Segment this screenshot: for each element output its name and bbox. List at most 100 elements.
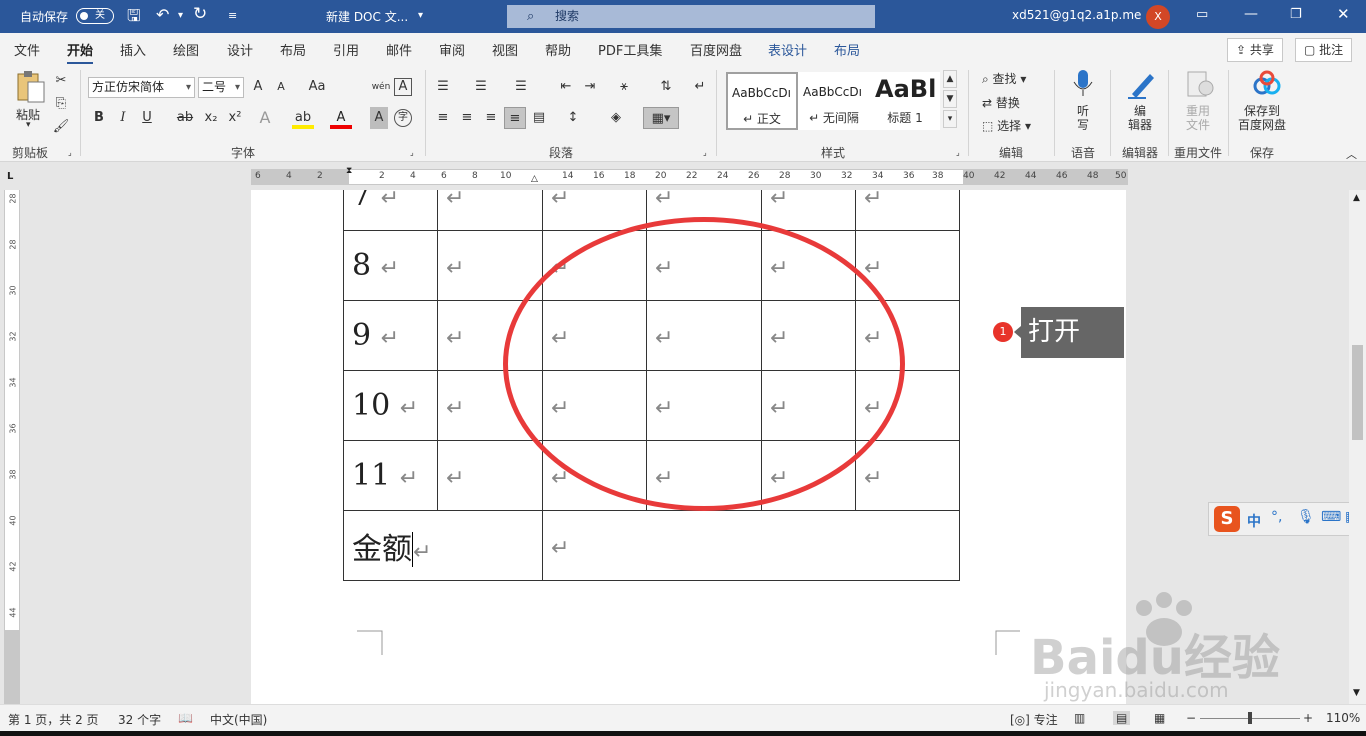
document-title[interactable]: 新建 DOC 文... [326, 8, 408, 25]
tab-view[interactable]: 视图 [492, 40, 518, 59]
web-layout-icon[interactable]: ▦ [1154, 711, 1165, 725]
italic-icon[interactable]: I [112, 107, 134, 129]
table-cell[interactable]: ↵ [437, 190, 543, 231]
indent-marker-icon[interactable]: ⧗ [346, 166, 352, 176]
word-count[interactable]: 32 个字 [118, 711, 161, 728]
tab-mailings[interactable]: 邮件 [386, 40, 412, 59]
style-heading-1[interactable]: AaBl 标题 1 [870, 72, 940, 130]
tab-pdf-tools[interactable]: PDF工具集 [598, 40, 662, 59]
document-page[interactable]: 7 ↵ ↵ ↵ ↵ ↵ ↵ 8 ↵ ↵ ↵ ↵ ↵ ↵ 9 ↵ ↵ ↵ ↵ ↵ … [251, 190, 1126, 704]
tab-help[interactable]: 帮助 [545, 40, 571, 59]
table-cell[interactable]: 9 ↵ [343, 300, 438, 371]
read-mode-icon[interactable]: ▥ [1074, 711, 1085, 725]
table-cell[interactable]: 11 ↵ [343, 440, 438, 511]
dictate-button[interactable]: 听 写 [1068, 68, 1098, 138]
tab-selector-icon[interactable]: L [7, 171, 13, 182]
zoom-out-icon[interactable]: − [1186, 711, 1196, 725]
styles-scroll-up-icon[interactable]: ▲ [943, 70, 957, 88]
table-cell[interactable]: 10 ↵ [343, 370, 438, 441]
vertical-ruler[interactable]: 28 28 30 32 34 36 38 40 42 44 46 [4, 190, 20, 704]
right-indent-marker-icon[interactable]: △ [531, 174, 538, 184]
align-left-icon[interactable]: ≡ [432, 107, 454, 129]
ime-toolbar[interactable]: S 中 °, 🎙 ⌨ ▦ [1208, 502, 1366, 536]
punctuation-icon[interactable]: °, [1271, 509, 1282, 525]
copy-icon[interactable]: ⎘ [50, 93, 72, 115]
tab-insert[interactable]: 插入 [120, 40, 146, 59]
table-cell[interactable]: ↵ [437, 440, 543, 511]
find-button[interactable]: ⌕ 查找 ▾ [982, 70, 1026, 87]
enclose-characters-icon[interactable]: 字 [394, 109, 412, 127]
bullets-icon[interactable]: ☰ [432, 76, 454, 98]
tab-design[interactable]: 设计 [227, 40, 253, 59]
style-normal[interactable]: AaBbCcDı ↵ 正文 [726, 72, 798, 130]
table-cell[interactable]: ↵ [437, 230, 543, 301]
style-no-spacing[interactable]: AaBbCcDı ↵ 无间隔 [798, 72, 870, 130]
decrease-indent-icon[interactable]: ⇤ [555, 76, 577, 98]
replace-button[interactable]: ⇄ 替换 [982, 94, 1020, 111]
ribbon-display-icon[interactable]: ▭ [1196, 7, 1208, 22]
scroll-thumb[interactable] [1352, 345, 1363, 440]
restore-icon[interactable]: ❐ [1290, 7, 1302, 22]
change-case-icon[interactable]: Aa [302, 76, 332, 98]
table-cell[interactable]: ↵ [761, 190, 856, 231]
horizontal-ruler[interactable]: 6 4 2 2 4 6 8 10 14 16 18 20 22 24 26 28… [251, 166, 1128, 185]
chinese-layout-icon[interactable]: ⚹ [613, 76, 635, 98]
zoom-level[interactable]: 110% [1326, 711, 1360, 725]
line-spacing-icon[interactable]: ↕ [562, 107, 584, 129]
multilevel-list-icon[interactable]: ☰ [510, 76, 532, 98]
vertical-scrollbar[interactable]: ▲ ▼ [1349, 190, 1366, 704]
grow-font-icon[interactable]: A [247, 76, 269, 98]
clipboard-launcher-icon[interactable]: ⌟ [68, 148, 72, 157]
scroll-up-icon[interactable]: ▲ [1353, 193, 1360, 203]
align-center-icon[interactable]: ≡ [456, 107, 478, 129]
character-border-icon[interactable]: A [394, 78, 412, 96]
tab-review[interactable]: 审阅 [439, 40, 465, 59]
total-label-cell[interactable]: 金额↵ [343, 510, 543, 581]
share-button[interactable]: ⇪ 共享 [1227, 38, 1283, 62]
table-cell[interactable]: ↵ [855, 190, 960, 231]
styles-scroll-down-icon[interactable]: ▼ [943, 90, 957, 108]
tab-table-design[interactable]: 表设计 [768, 40, 807, 59]
paste-button[interactable] [14, 70, 46, 106]
collapse-ribbon-icon[interactable]: ︿ [1346, 146, 1357, 162]
keyboard-icon[interactable]: ⌨ [1321, 509, 1341, 525]
reuse-files-button[interactable]: 重用 文件 [1182, 68, 1222, 138]
zoom-in-icon[interactable]: + [1303, 711, 1313, 725]
distributed-icon[interactable]: ▤ [528, 107, 550, 129]
language-status[interactable]: 中文(中国) [210, 711, 267, 728]
search-box[interactable]: ⌕ 搜索 [507, 5, 875, 28]
increase-indent-icon[interactable]: ⇥ [579, 76, 601, 98]
highlight-icon[interactable]: ab [292, 107, 314, 129]
minimize-icon[interactable]: — [1244, 6, 1258, 22]
superscript-icon[interactable]: x² [224, 107, 246, 129]
font-name-combo[interactable]: 方正仿宋简体 [88, 77, 195, 98]
comments-button[interactable]: ▢ 批注 [1295, 38, 1353, 62]
tab-table-layout[interactable]: 布局 [834, 40, 860, 59]
styles-more-icon[interactable]: ▾ [943, 110, 957, 128]
format-painter-icon[interactable]: 🖌 [50, 116, 72, 138]
page-count[interactable]: 第 1 页，共 2 页 [8, 711, 99, 728]
character-shading-icon[interactable]: A [370, 107, 388, 129]
styles-launcher-icon[interactable]: ⌟ [956, 148, 960, 157]
font-size-combo[interactable]: 二号 [198, 77, 244, 98]
paragraph-launcher-icon[interactable]: ⌟ [703, 148, 707, 157]
table-cell[interactable]: ↵ [855, 440, 960, 511]
table-cell[interactable]: ↵ [542, 190, 647, 231]
scroll-down-icon[interactable]: ▼ [1353, 688, 1360, 698]
tab-baidu-netdisk[interactable]: 百度网盘 [690, 40, 742, 59]
phonetic-guide-icon[interactable]: wén [370, 76, 392, 98]
select-button[interactable]: ⬚ 选择 ▾ [982, 117, 1031, 134]
redo-icon[interactable]: ↻ [193, 4, 207, 24]
justify-icon[interactable]: ≡ [504, 107, 526, 129]
save-to-netdisk-button[interactable]: 保存到 百度网盘 [1238, 68, 1298, 138]
title-dropdown-icon[interactable]: ▾ [418, 10, 423, 21]
print-layout-icon[interactable]: ▤ [1113, 711, 1131, 725]
total-value-cell[interactable]: ↵ [542, 510, 960, 581]
customize-qat-icon[interactable]: ≡ [228, 9, 237, 22]
sogou-logo-icon[interactable]: S [1214, 506, 1240, 532]
font-launcher-icon[interactable]: ⌟ [410, 148, 414, 157]
shading-icon[interactable]: ◈ [605, 107, 627, 129]
tab-draw[interactable]: 绘图 [173, 40, 199, 59]
autosave-toggle[interactable]: 关 [76, 8, 114, 24]
tab-file[interactable]: 文件 [14, 40, 40, 59]
